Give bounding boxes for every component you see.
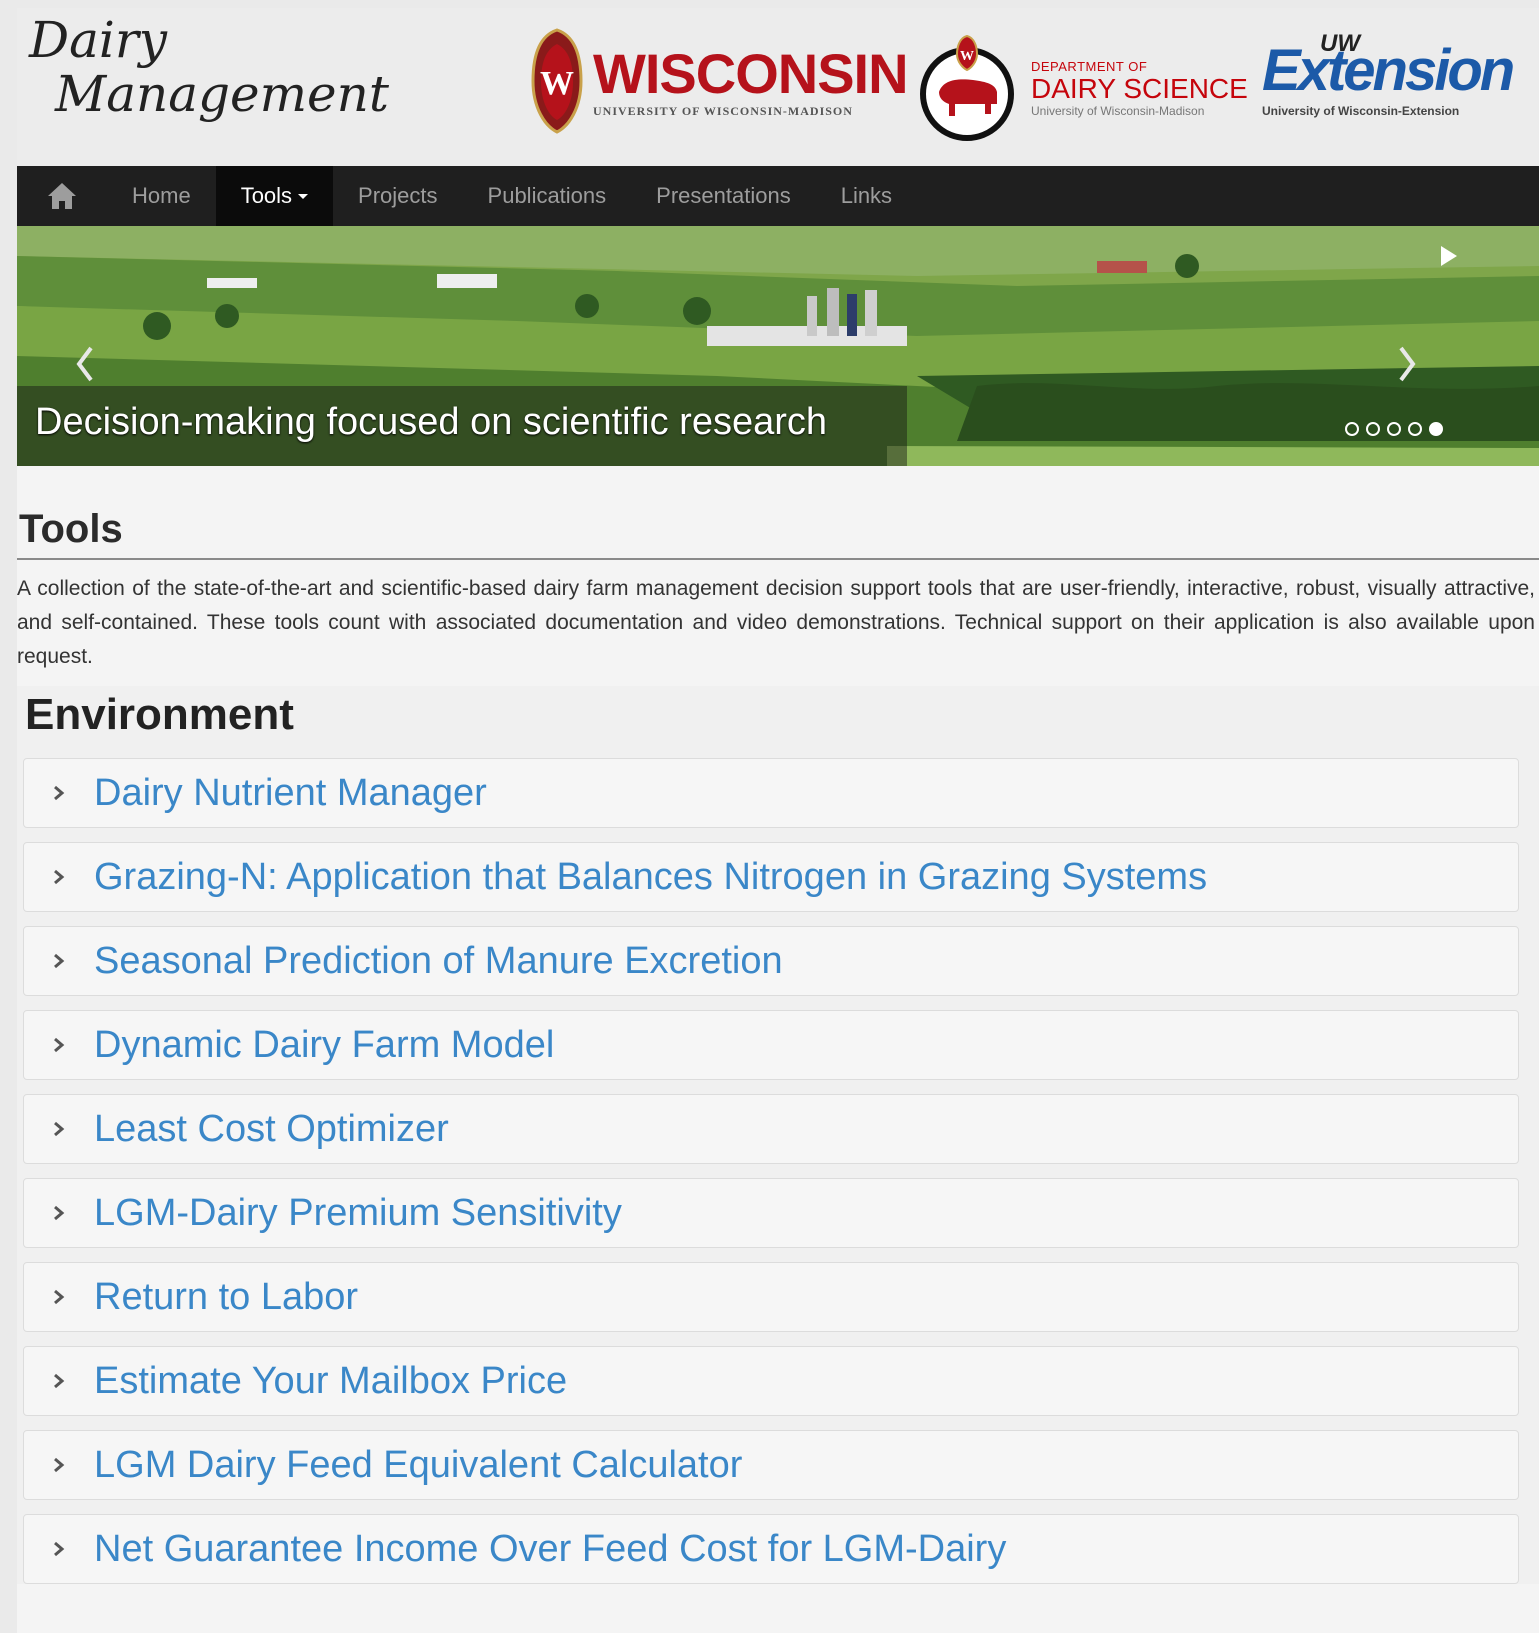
chevron-right-icon <box>54 1121 65 1137</box>
nav-item-projects-label: Projects <box>358 183 438 208</box>
chevron-right-icon <box>54 1037 65 1053</box>
caret-down-icon <box>298 193 309 199</box>
nav-item-publications-label: Publications <box>487 183 607 208</box>
nav-item-tools-label: Tools <box>240 183 293 208</box>
dairy-science-logo[interactable]: W DEPARTMENT OF DAIRY SCIENCE University… <box>917 32 1248 144</box>
tools-heading: Tools <box>19 507 123 551</box>
ds-logo-line3: University of Wisconsin-Madison <box>1031 103 1205 118</box>
uw-extension-logo[interactable]: UW Extension University of Wisconsin-Ext… <box>1262 30 1515 118</box>
tools-section: Tools A collection of the state-of-the-a… <box>17 466 1539 674</box>
environment-tool-list: Dairy Nutrient Manager Grazing-N: Applic… <box>23 758 1539 1584</box>
nav-item-home-label: Home <box>132 183 191 208</box>
accordion-item-title[interactable]: Grazing-N: Application that Balances Nit… <box>94 856 1207 899</box>
uw-crest-icon: W <box>531 28 583 134</box>
chevron-right-icon <box>54 953 65 969</box>
carousel-indicators <box>1345 422 1443 436</box>
uw-logo-name: WISCONSIN <box>593 41 909 105</box>
accordion-item[interactable]: Net Guarantee Income Over Feed Cost for … <box>23 1514 1519 1584</box>
nav-item-presentations-label: Presentations <box>656 183 791 208</box>
accordion-item[interactable]: Return to Labor <box>23 1262 1519 1332</box>
hero-carousel: Decision-making focused on scientific re… <box>17 226 1539 466</box>
nav-item-links-label: Links <box>840 183 893 208</box>
site-logo[interactable]: Dairy Management <box>29 14 389 122</box>
uw-madison-logo[interactable]: W WISCONSIN UNIVERSITY OF WISCONSIN-MADI… <box>527 26 909 136</box>
accordion-item-title[interactable]: LGM-Dairy Premium Sensitivity <box>94 1192 622 1235</box>
accordion-item-title[interactable]: Dynamic Dairy Farm Model <box>94 1024 554 1067</box>
extension-logo-subtitle: University of Wisconsin-Extension <box>1262 104 1460 118</box>
accordion-item[interactable]: Seasonal Prediction of Manure Excretion <box>23 926 1519 996</box>
dairy-science-cow-icon: W <box>920 34 1014 141</box>
extension-logo-prefix: UW <box>1320 30 1360 57</box>
site-header: Dairy Management W WISCONSIN UNIVERSITY … <box>17 8 1539 166</box>
site-logo-line2: Management <box>55 65 389 123</box>
accordion-item[interactable]: Dynamic Dairy Farm Model <box>23 1010 1519 1080</box>
accordion-item-title[interactable]: Net Guarantee Income Over Feed Cost for … <box>94 1528 1006 1571</box>
chevron-right-icon <box>54 1373 65 1389</box>
svg-text:W: W <box>960 49 974 64</box>
hero-caption: Decision-making focused on scientific re… <box>35 401 828 443</box>
carousel-dot-2[interactable] <box>1366 422 1380 436</box>
chevron-right-icon <box>54 869 65 885</box>
carousel-prev-icon[interactable] <box>75 344 95 384</box>
uw-logo-subtitle: UNIVERSITY OF WISCONSIN-MADISON <box>593 103 853 118</box>
tools-description: A collection of the state-of-the-art and… <box>17 577 1535 668</box>
carousel-dot-4[interactable] <box>1408 422 1422 436</box>
chevron-right-icon <box>54 1457 65 1473</box>
extension-logo-name: Extension <box>1262 38 1515 103</box>
nav-home-button[interactable] <box>17 166 107 226</box>
carousel-play-icon[interactable] <box>1439 244 1459 268</box>
main-navbar: Home Tools Projects Publications Present… <box>17 166 1539 226</box>
nav-item-links[interactable]: Links <box>816 166 917 226</box>
accordion-item-title[interactable]: Least Cost Optimizer <box>94 1108 449 1151</box>
accordion-item-title[interactable]: Seasonal Prediction of Manure Excretion <box>94 940 783 983</box>
accordion-item[interactable]: Grazing-N: Application that Balances Nit… <box>23 842 1519 912</box>
chevron-right-icon <box>54 1289 65 1305</box>
accordion-item-title[interactable]: Estimate Your Mailbox Price <box>94 1360 567 1403</box>
accordion-item[interactable]: Estimate Your Mailbox Price <box>23 1346 1519 1416</box>
accordion-item[interactable]: LGM Dairy Feed Equivalent Calculator <box>23 1430 1519 1500</box>
ds-logo-line1: DEPARTMENT OF <box>1031 58 1148 74</box>
chevron-right-icon <box>54 1541 65 1557</box>
carousel-dot-5[interactable] <box>1429 422 1443 436</box>
accordion-item-title[interactable]: Return to Labor <box>94 1276 358 1319</box>
nav-item-home[interactable]: Home <box>107 166 216 226</box>
chevron-right-icon <box>54 1205 65 1221</box>
carousel-next-icon[interactable] <box>1397 344 1417 384</box>
environment-heading: Environment <box>25 690 294 739</box>
nav-item-projects[interactable]: Projects <box>333 166 462 226</box>
chevron-right-icon <box>54 785 65 801</box>
accordion-item-title[interactable]: LGM Dairy Feed Equivalent Calculator <box>94 1444 742 1487</box>
accordion-item[interactable]: Dairy Nutrient Manager <box>23 758 1519 828</box>
site-logo-line1: Dairy <box>29 11 168 69</box>
environment-section: Environment Dairy Nutrient Manager Grazi… <box>17 686 1539 1584</box>
accordion-item[interactable]: LGM-Dairy Premium Sensitivity <box>23 1178 1519 1248</box>
svg-text:W: W <box>540 65 574 102</box>
nav-item-publications[interactable]: Publications <box>463 166 632 226</box>
carousel-dot-1[interactable] <box>1345 422 1359 436</box>
nav-item-presentations[interactable]: Presentations <box>631 166 816 226</box>
accordion-item-title[interactable]: Dairy Nutrient Manager <box>94 772 487 815</box>
nav-item-tools[interactable]: Tools <box>215 166 334 226</box>
ds-logo-line2: DAIRY SCIENCE <box>1031 72 1248 104</box>
tools-divider <box>17 558 1539 560</box>
home-icon <box>48 183 76 209</box>
accordion-item[interactable]: Least Cost Optimizer <box>23 1094 1519 1164</box>
carousel-dot-3[interactable] <box>1387 422 1401 436</box>
page: Dairy Management W WISCONSIN UNIVERSITY … <box>17 8 1539 1633</box>
